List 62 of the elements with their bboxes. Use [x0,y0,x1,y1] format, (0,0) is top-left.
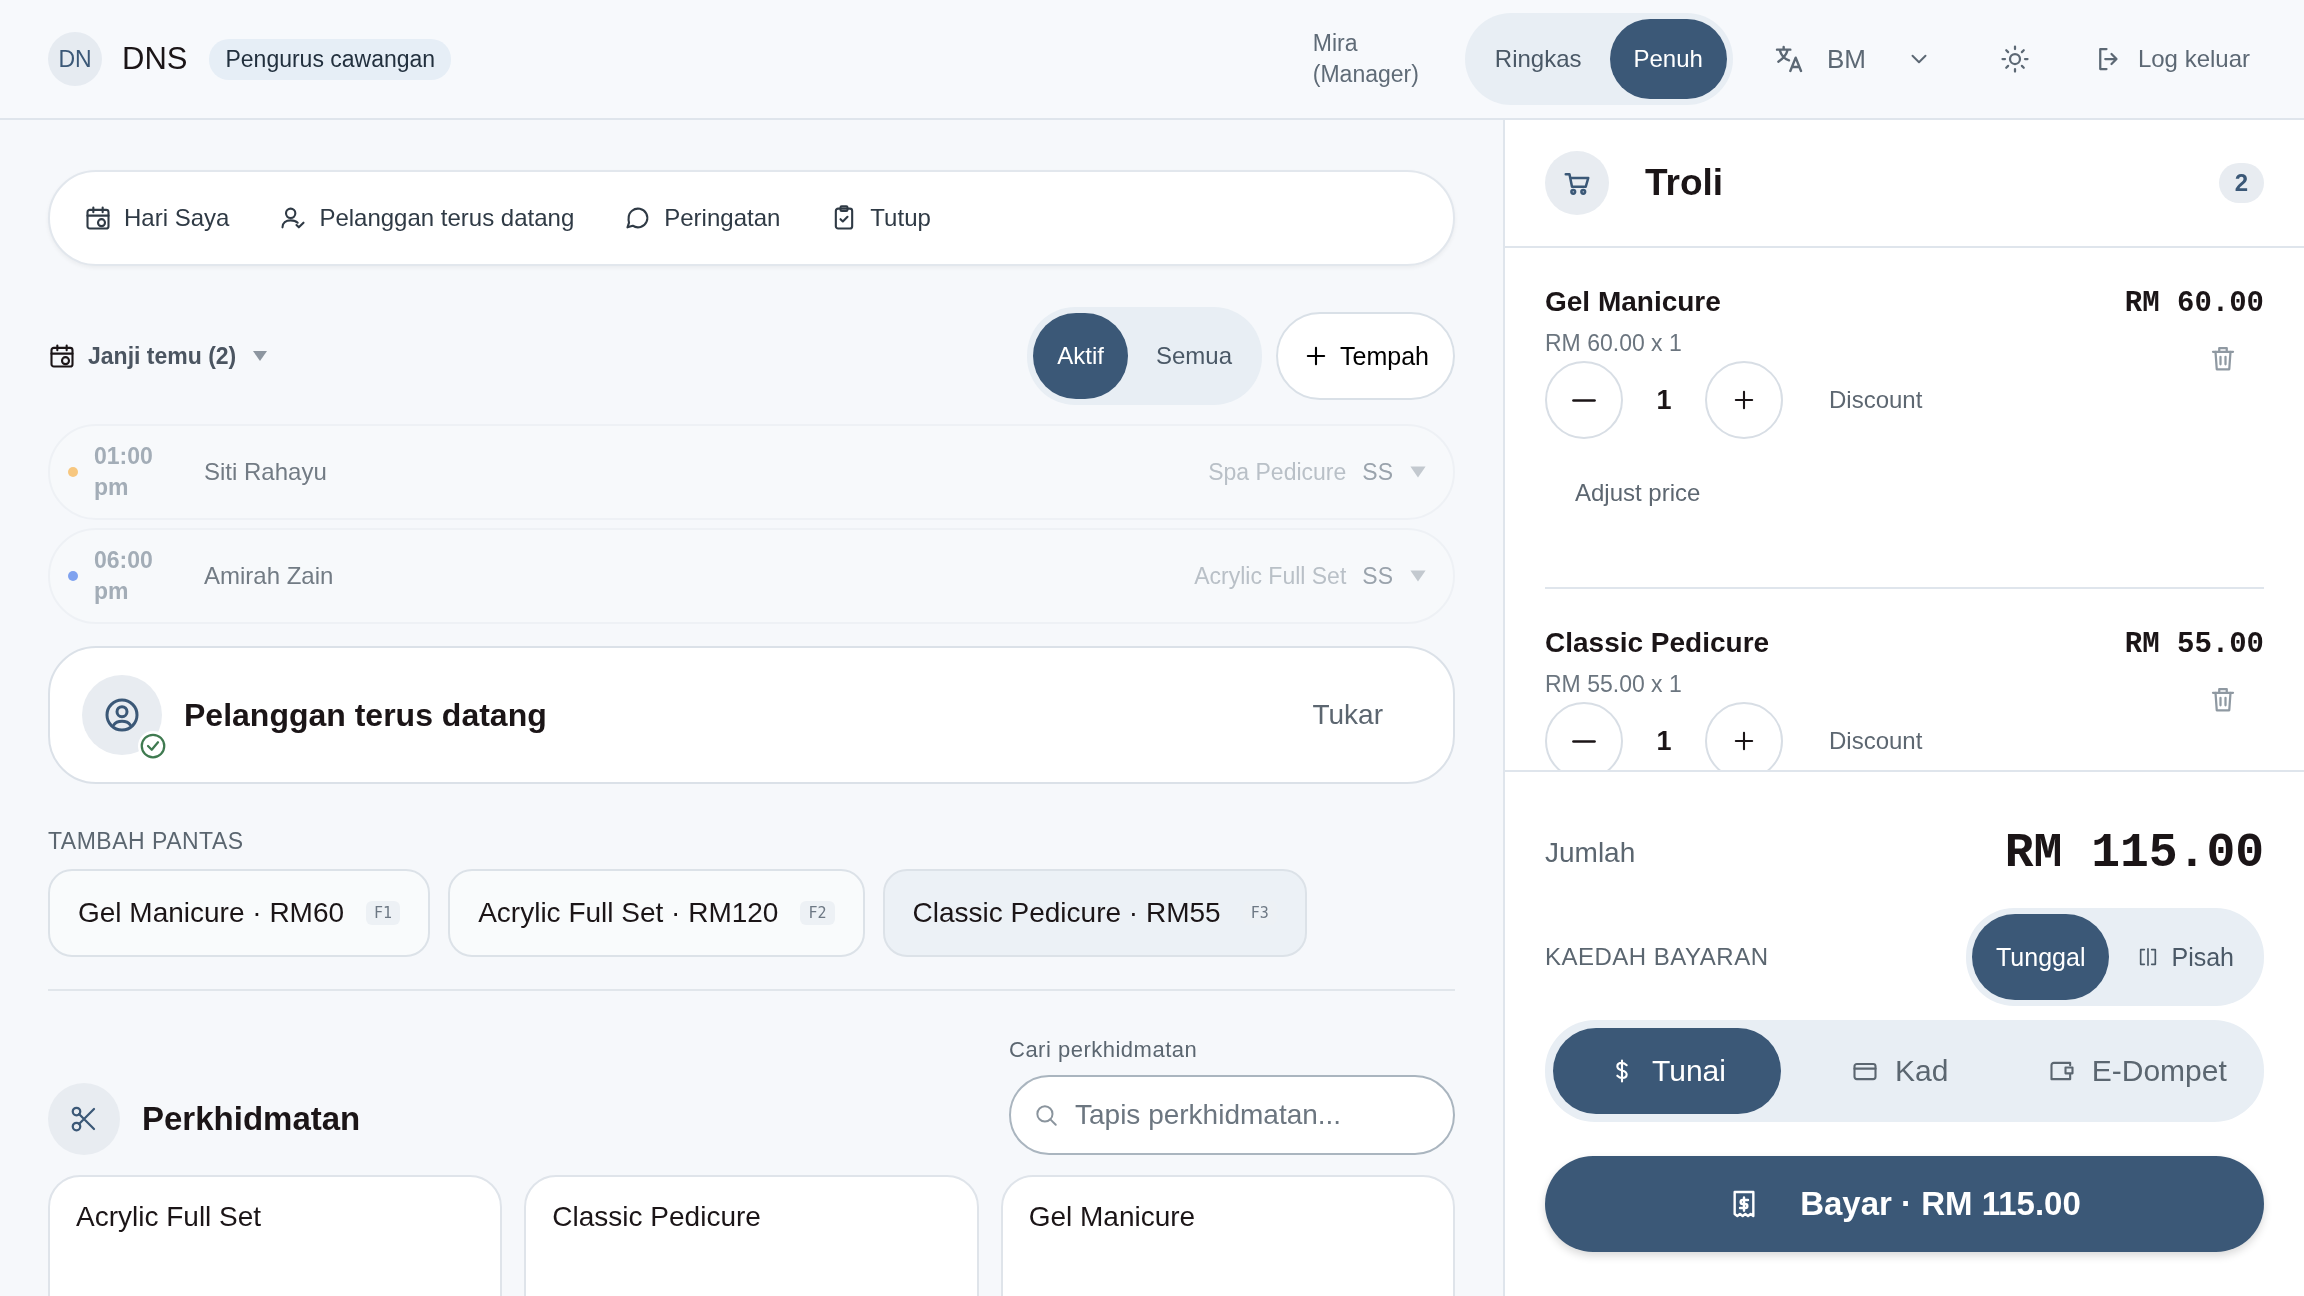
view-option[interactable]: Penuh [1609,19,1727,99]
language-select[interactable]: BM [1766,42,1938,76]
service-card[interactable]: Gel Manicure [1000,1175,1455,1296]
customer-name: Amirah Zain [204,562,335,590]
cart-title: Troli [1645,162,1725,204]
nav-link[interactable]: Pelanggan terus datang [279,204,575,232]
adjust-price-link[interactable]: Adjust price [1575,479,1701,507]
avatar: DN [48,32,102,86]
appointment-row[interactable]: 06:00 pm Amirah Zain Acrylic Full Set SS [48,528,1455,624]
search-label: Cari perkhidmatan [1009,1037,1199,1063]
item-name: Classic Pedicure [1545,627,1770,659]
customer-title: Pelanggan terus datang [184,696,548,734]
nav-link[interactable]: Tutup [830,204,931,232]
payment-method-option[interactable]: E-Dompet [2018,1028,2256,1114]
discount-link[interactable]: Discount [1823,726,1929,756]
item-total: RM 60.00 [2124,287,2264,320]
split-option[interactable]: Pisah [2113,914,2258,1000]
filter-option[interactable]: Aktif [1033,313,1128,399]
view-option[interactable]: Ringkas [1470,19,1606,99]
payment-method-option[interactable]: Kad [1781,1028,2019,1114]
total-label: Jumlah [1545,837,1636,869]
appointments-title: Janji temu (2) [88,342,237,370]
quantity: 1 [1655,384,1673,416]
services-title: Perkhidmatan [142,1100,361,1138]
customer-name: Siti Rahayu [204,458,328,486]
quick-add-button[interactable]: Classic Pedicure · RM55 F3 [882,869,1307,957]
section-label: TAMBAH PANTAS [48,828,245,855]
role-badge: Pengurus cawangan [209,38,452,80]
quantity: 1 [1655,725,1673,757]
payment-method-option[interactable]: Tunai [1553,1028,1781,1114]
service-name: Spa Pedicure [1208,458,1347,486]
shortcut-key: F1 [366,901,401,925]
item-count: 2 [2218,163,2264,203]
appointment-row[interactable]: 01:00 pm Siti Rahayu Spa Pedicure SS [48,424,1455,520]
quick-add-button[interactable]: Acrylic Full Set · RM120 F2 [448,869,865,957]
appointment-time: 06:00 pm [94,546,154,606]
book-button[interactable]: Tempah [1276,312,1455,400]
split-option[interactable]: Tunggal [1972,914,2110,1000]
total-amount: RM 115.00 [2004,826,2264,880]
filter-option[interactable]: Semua [1132,313,1257,399]
item-unit-price: RM 60.00 x 1 [1545,330,1682,357]
item-unit-price: RM 55.00 x 1 [1545,671,1682,698]
service-card[interactable]: Classic Pedicure [524,1175,979,1296]
staff-initials: SS [1362,562,1393,590]
shortcut-key: F2 [800,901,835,925]
payment-method-label: KAEDAH BAYARAN [1545,943,1769,971]
user-name: Mira (Manager) [1312,29,1420,89]
staff-initials: SS [1362,458,1393,486]
search-field[interactable]: Tapis perkhidmatan... [1009,1075,1455,1155]
nav-link[interactable]: Hari Saya [84,204,230,232]
item-name: Gel Manicure [1545,286,1721,318]
logout-button[interactable]: Log keluar [2087,43,2256,75]
item-total: RM 55.00 [2124,628,2264,661]
service-name: Acrylic Full Set [1194,562,1347,590]
quick-add-button[interactable]: Gel Manicure · RM60 F1 [48,869,431,957]
nav-link[interactable]: Peringatan [624,204,781,232]
pay-button[interactable]: Bayar · RM 115.00 [1545,1156,2264,1252]
change-button[interactable]: Tukar [1306,698,1389,732]
appointment-time: 01:00 pm [94,442,154,502]
service-card[interactable]: Acrylic Full Set [48,1175,503,1296]
discount-link[interactable]: Discount [1823,385,1929,415]
brand-name: DNS [122,41,188,77]
